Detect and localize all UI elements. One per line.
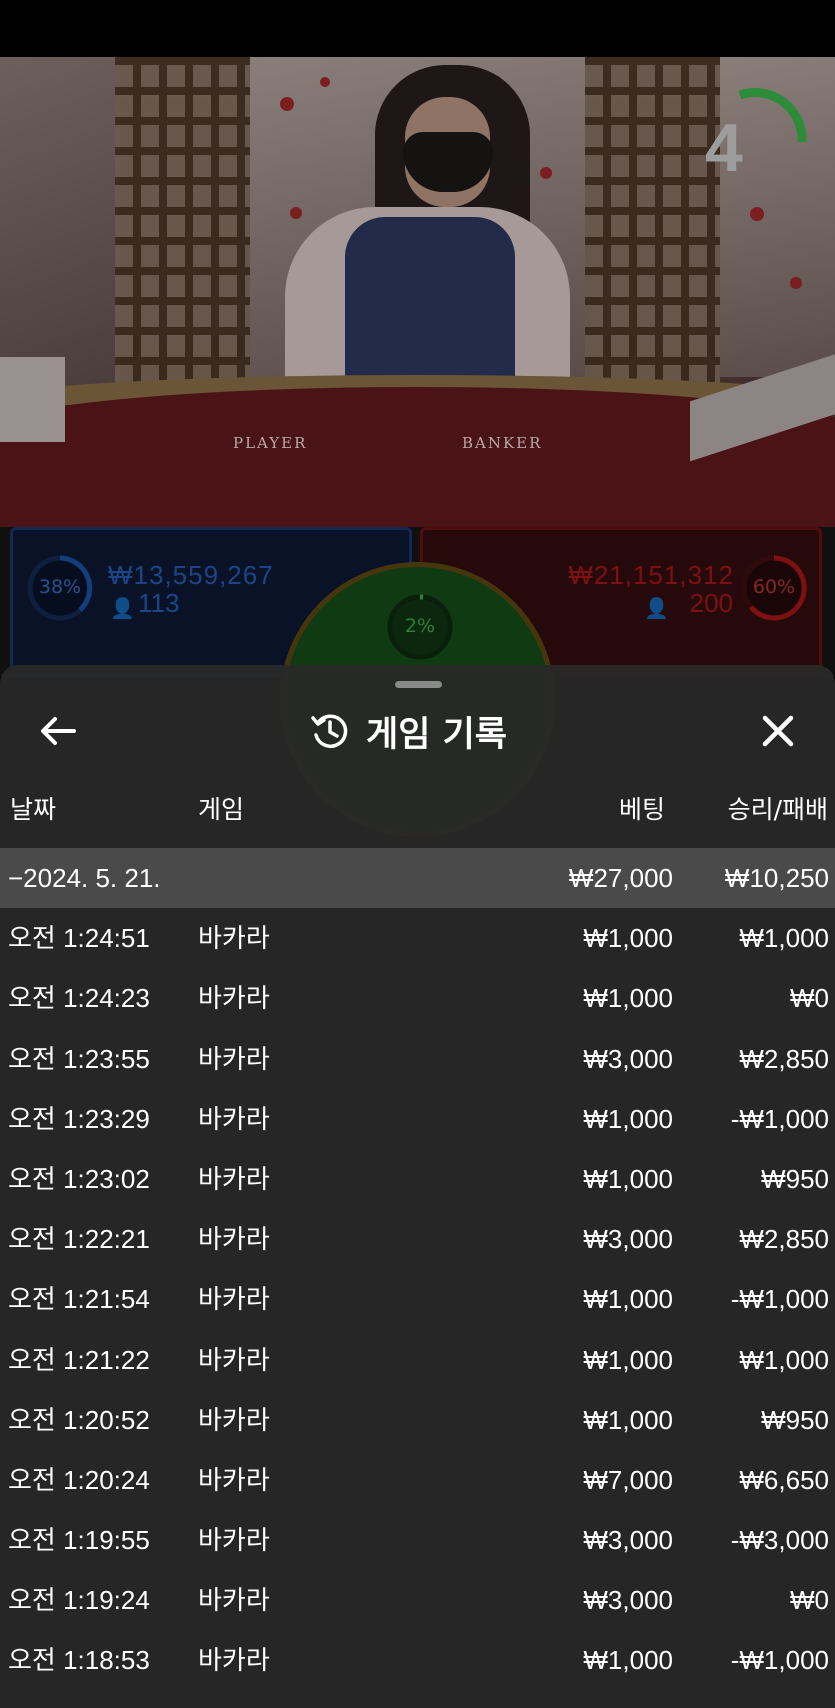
row-time: 오전 1:23:02 xyxy=(8,1163,150,1194)
row-result: ₩6,650 xyxy=(739,1464,829,1495)
table-row[interactable]: 오전 1:23:29 바카라 ₩1,000 -₩1,000 xyxy=(0,1089,835,1149)
game-history-sheet: 게임 기록 날짜 게임 베팅 승리/패배 −2024. 5. 21. ₩27,0… xyxy=(0,665,835,1708)
row-bet: ₩3,000 xyxy=(583,1585,673,1616)
close-icon xyxy=(762,715,794,747)
table-row[interactable]: 오전 1:23:02 바카라 ₩1,000 ₩950 xyxy=(0,1149,835,1209)
table-row[interactable]: 오전 1:21:54 바카라 ₩1,000 -₩1,000 xyxy=(0,1269,835,1329)
row-time: 오전 1:24:51 xyxy=(8,923,150,954)
row-result: ₩0 xyxy=(790,1585,829,1616)
row-result: ₩1,000 xyxy=(739,923,829,954)
row-result: ₩2,850 xyxy=(739,1043,829,1074)
row-bet: ₩1,000 xyxy=(583,1163,673,1194)
column-header-game: 게임 xyxy=(198,795,245,824)
row-bet: ₩1,000 xyxy=(583,1344,673,1375)
status-bar xyxy=(0,0,835,57)
column-header-bet: 베팅 xyxy=(618,795,665,824)
row-result: -₩1,000 xyxy=(730,1284,829,1315)
lattice-screen-left xyxy=(115,57,250,387)
row-bet: ₩1,000 xyxy=(583,1284,673,1315)
row-result: -₩1,000 xyxy=(730,1103,829,1134)
row-result: ₩950 xyxy=(761,1404,829,1435)
row-bet: ₩1,000 xyxy=(583,923,673,954)
row-game: 바카라 xyxy=(198,1404,270,1435)
row-game: 바카라 xyxy=(198,1464,270,1495)
row-game: 바카라 xyxy=(198,1163,270,1194)
row-bet: ₩1,000 xyxy=(583,1103,673,1134)
row-result: ₩950 xyxy=(761,1163,829,1194)
row-time: 오전 1:24:23 xyxy=(8,983,150,1014)
card-holder xyxy=(0,357,65,442)
row-result: ₩2,850 xyxy=(739,1224,829,1255)
row-game: 바카라 xyxy=(198,1344,270,1375)
row-game: 바카라 xyxy=(198,983,270,1014)
row-bet: ₩1,000 xyxy=(583,983,673,1014)
drag-handle[interactable] xyxy=(395,681,442,688)
row-bet: ₩1,000 xyxy=(583,1404,673,1435)
table-row[interactable]: 오전 1:21:22 바카라 ₩1,000 ₩1,000 xyxy=(0,1330,835,1390)
sheet-header: 게임 기록 xyxy=(310,703,507,759)
table-row[interactable]: 오전 1:24:51 바카라 ₩1,000 ₩1,000 xyxy=(0,908,835,968)
row-bet: ₩3,000 xyxy=(583,1043,673,1074)
row-time: 오전 1:21:22 xyxy=(8,1344,150,1375)
column-header-result: 승리/패배 xyxy=(727,795,828,824)
row-game: 바카라 xyxy=(198,1103,270,1134)
table-row[interactable]: 오전 1:19:55 바카라 ₩3,000 -₩3,000 xyxy=(0,1510,835,1570)
table-row[interactable]: 오전 1:22:21 바카라 ₩3,000 ₩2,850 xyxy=(0,1209,835,1269)
column-header-date: 날짜 xyxy=(10,795,57,824)
row-game: 바카라 xyxy=(198,923,270,954)
summary-date: −2024. 5. 21. xyxy=(8,863,161,893)
close-button[interactable] xyxy=(750,703,806,759)
history-clock-icon xyxy=(311,714,348,748)
sheet-title: 게임 기록 xyxy=(366,714,507,755)
row-result: -₩3,000 xyxy=(730,1525,829,1556)
row-time: 오전 1:23:29 xyxy=(8,1103,150,1134)
row-game: 바카라 xyxy=(198,1224,270,1255)
row-bet: ₩3,000 xyxy=(583,1224,673,1255)
table-row[interactable]: 오전 1:23:55 바카라 ₩3,000 ₩2,850 xyxy=(0,1029,835,1089)
row-result: ₩1,000 xyxy=(739,1344,829,1375)
row-time: 오전 1:22:21 xyxy=(8,1224,150,1255)
summary-bet: ₩27,000 xyxy=(568,863,673,893)
table-label-banker: BANKER xyxy=(462,434,543,452)
row-bet: ₩1,000 xyxy=(583,1645,673,1676)
row-game: 바카라 xyxy=(198,1645,270,1676)
history-table: −2024. 5. 21. ₩27,000 ₩10,250 오전 1:24:51… xyxy=(0,848,835,1691)
row-result: ₩0 xyxy=(790,983,829,1014)
row-result: -₩1,000 xyxy=(730,1645,829,1676)
live-video-feed: PLAYER BANKER 4 xyxy=(0,57,835,527)
back-button[interactable] xyxy=(30,703,86,759)
row-bet: ₩3,000 xyxy=(583,1525,673,1556)
countdown-timer: 4 xyxy=(705,110,743,186)
table-row[interactable]: 오전 1:18:53 바카라 ₩1,000 -₩1,000 xyxy=(0,1630,835,1690)
summary-result: ₩10,250 xyxy=(724,863,829,893)
row-time: 오전 1:21:54 xyxy=(8,1284,150,1315)
background-screen xyxy=(0,57,120,387)
row-time: 오전 1:18:53 xyxy=(8,1645,150,1676)
row-game: 바카라 xyxy=(198,1043,270,1074)
row-time: 오전 1:20:24 xyxy=(8,1464,150,1495)
date-summary-row[interactable]: −2024. 5. 21. ₩27,000 ₩10,250 xyxy=(0,848,835,909)
row-game: 바카라 xyxy=(198,1525,270,1556)
table-row[interactable]: 오전 1:20:24 바카라 ₩7,000 ₩6,650 xyxy=(0,1450,835,1510)
table-row[interactable]: 오전 1:24:23 바카라 ₩1,000 ₩0 xyxy=(0,968,835,1028)
row-time: 오전 1:19:24 xyxy=(8,1585,150,1616)
table-row[interactable]: 오전 1:19:24 바카라 ₩3,000 ₩0 xyxy=(0,1570,835,1630)
row-game: 바카라 xyxy=(198,1585,270,1616)
row-bet: ₩7,000 xyxy=(583,1464,673,1495)
row-time: 오전 1:23:55 xyxy=(8,1043,150,1074)
arrow-left-icon xyxy=(41,717,76,745)
table-label-player: PLAYER xyxy=(233,434,308,452)
table-row[interactable]: 오전 1:20:52 바카라 ₩1,000 ₩950 xyxy=(0,1390,835,1450)
row-game: 바카라 xyxy=(198,1284,270,1315)
row-time: 오전 1:20:52 xyxy=(8,1404,150,1435)
row-time: 오전 1:19:55 xyxy=(8,1525,150,1556)
